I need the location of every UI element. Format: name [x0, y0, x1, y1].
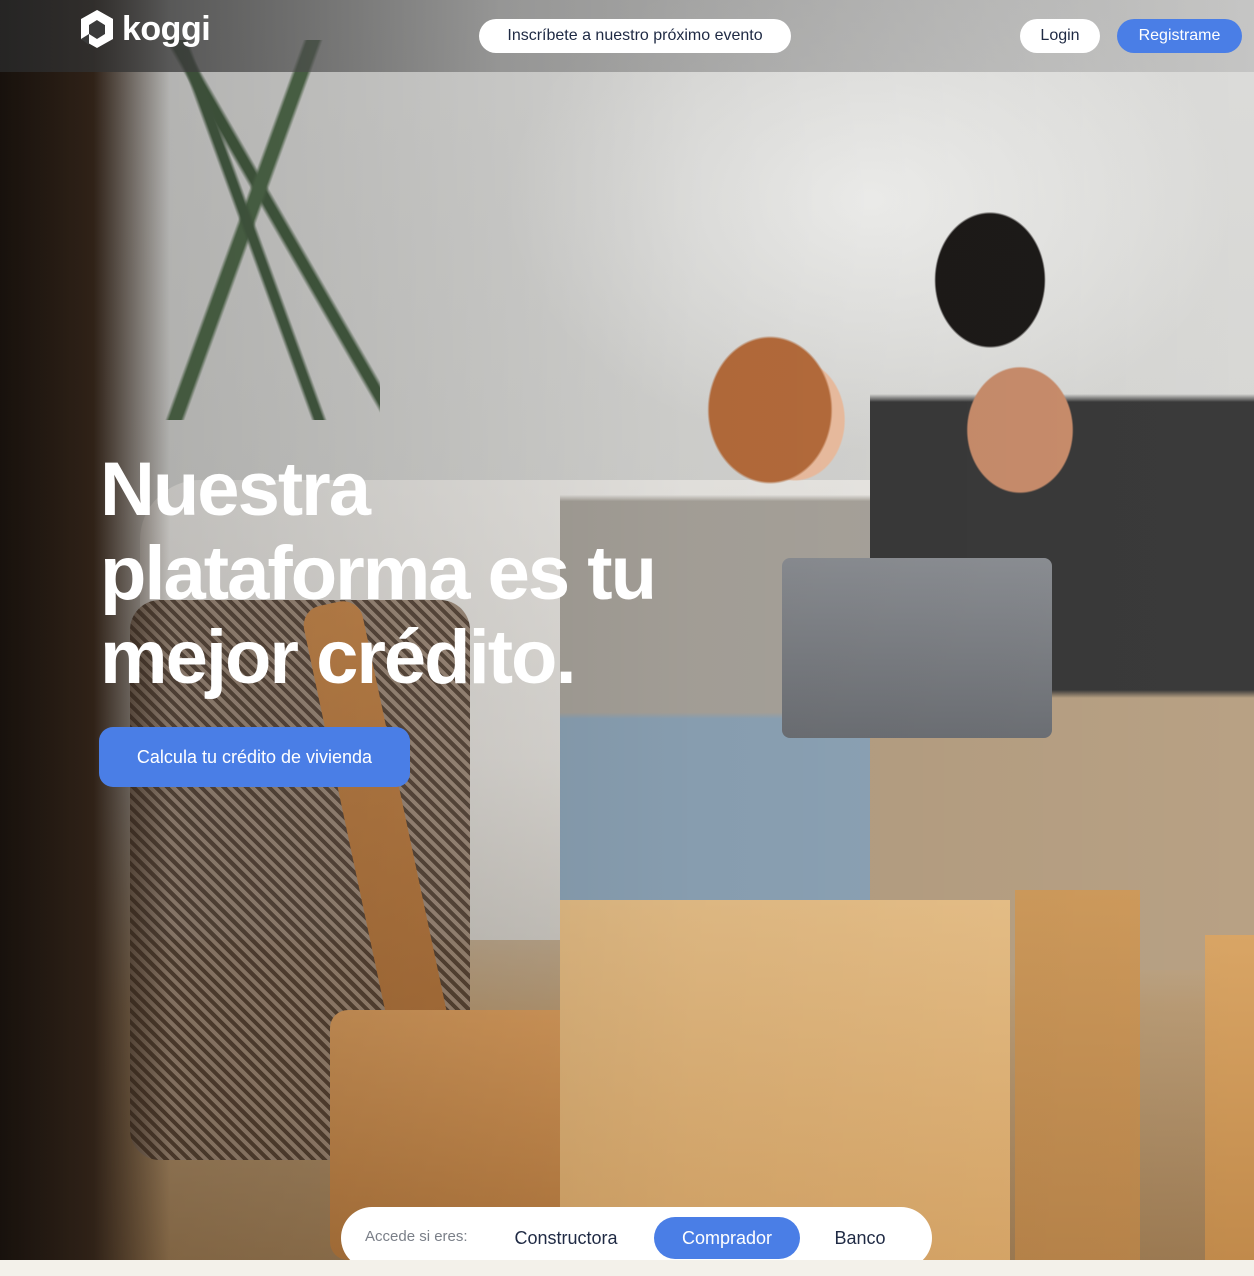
role-option-constructora[interactable]: Constructora	[501, 1217, 631, 1259]
hero-headline: Nuestra plataforma es tu mejor crédito.	[100, 447, 657, 700]
logo-link[interactable]: koggi	[78, 8, 211, 50]
login-button[interactable]: Login	[1020, 19, 1100, 53]
register-button[interactable]: Registrame	[1117, 19, 1242, 53]
koggi-hexagon-logo-icon	[81, 10, 113, 48]
role-option-comprador[interactable]: Comprador	[654, 1217, 800, 1259]
event-signup-button[interactable]: Inscríbete a nuestro próximo evento	[479, 19, 791, 53]
page-bottom-strip	[0, 1260, 1254, 1276]
calculate-credit-button[interactable]: Calcula tu crédito de vivienda	[99, 727, 410, 787]
role-selector-label: Accede si eres:	[365, 1228, 468, 1245]
logo-text: koggi	[122, 9, 211, 48]
role-option-banco[interactable]: Banco	[819, 1217, 901, 1259]
top-navbar: koggi Inscríbete a nuestro próximo event…	[0, 0, 1254, 72]
